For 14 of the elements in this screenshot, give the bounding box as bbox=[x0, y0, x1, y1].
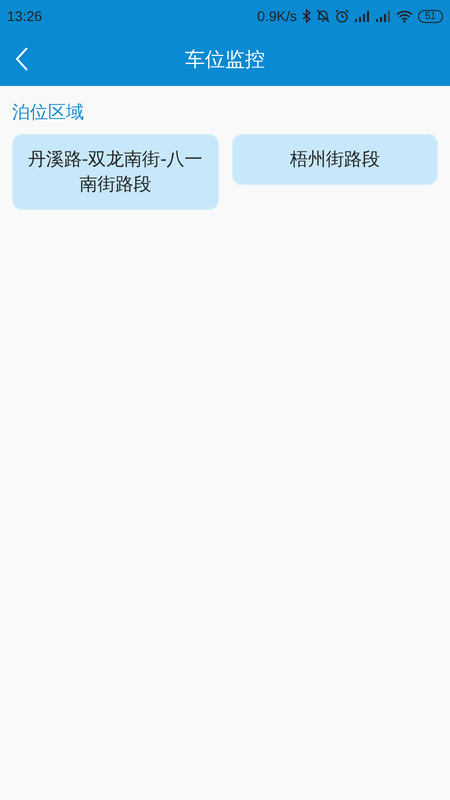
muted-bell-icon bbox=[316, 9, 330, 23]
bluetooth-icon bbox=[302, 9, 311, 23]
area-button[interactable]: 梧州街路段 bbox=[232, 134, 438, 185]
wifi-icon bbox=[396, 10, 413, 22]
area-button[interactable]: 丹溪路-双龙南街-八一南街路段 bbox=[12, 134, 218, 210]
back-icon[interactable] bbox=[15, 47, 29, 71]
signal-icon bbox=[354, 10, 370, 22]
signal-icon bbox=[374, 10, 391, 22]
page-title: 车位监控 bbox=[185, 46, 265, 72]
status-time: 13:26 bbox=[7, 8, 42, 24]
network-speed: 0.9K/s bbox=[257, 8, 297, 24]
battery-level: 51 bbox=[418, 10, 443, 22]
section-title: 泊位区域 bbox=[12, 101, 85, 125]
alarm-icon bbox=[334, 9, 349, 23]
